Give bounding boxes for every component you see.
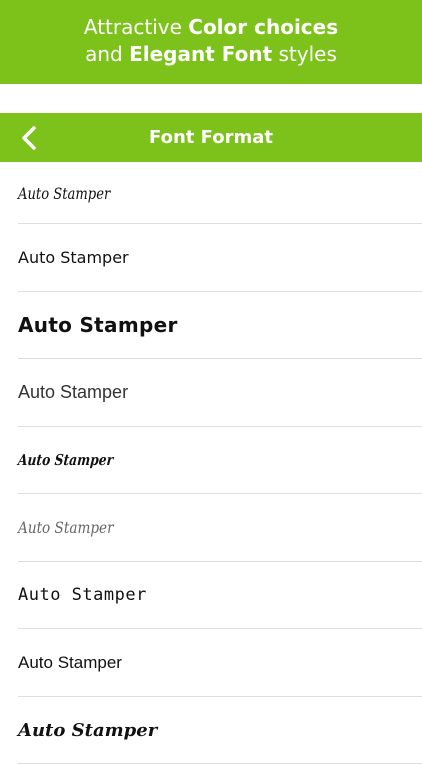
promo-line-1-bold: Color choices [188,15,338,39]
promo-line-2-suffix: styles [272,42,337,66]
font-sample: Auto Stamper [18,585,147,605]
font-option-6[interactable]: Auto Stamper [0,494,422,562]
nav-bar: Font Format [0,113,422,162]
font-sample: Auto Stamper [18,653,122,673]
promo-line-2-prefix: and [85,42,129,66]
font-sample: Auto Stamper [17,451,114,469]
font-option-4[interactable]: Auto Stamper [0,359,422,427]
spacer [0,84,422,113]
font-option-8[interactable]: Auto Stamper [0,629,422,697]
font-sample: Auto Stamper [18,720,157,741]
font-option-2[interactable]: Auto Stamper [0,224,422,292]
promo-line-2-bold: Elegant Font [129,42,272,66]
font-option-9[interactable]: Auto Stamper [0,697,422,764]
font-option-5[interactable]: Auto Stamper [0,427,422,495]
font-sample: Auto Stamper [18,184,110,203]
promo-banner: Attractive Color choices and Elegant Fon… [0,0,422,84]
promo-line-2: and Elegant Font styles [0,41,422,68]
font-option-1[interactable]: Auto Stamper [0,162,422,224]
font-option-3[interactable]: Auto Stamper [0,292,422,360]
promo-line-1: Attractive Color choices [0,14,422,41]
font-sample: Auto Stamper [18,518,114,537]
font-sample: Auto Stamper [18,248,129,267]
promo-line-1-prefix: Attractive [84,15,188,39]
font-list: Auto Stamper Auto Stamper Auto Stamper A… [0,162,422,764]
font-option-7[interactable]: Auto Stamper [0,562,422,630]
font-sample: Auto Stamper [18,313,178,337]
page-title: Font Format [0,113,422,162]
font-sample: Auto Stamper [18,382,128,403]
